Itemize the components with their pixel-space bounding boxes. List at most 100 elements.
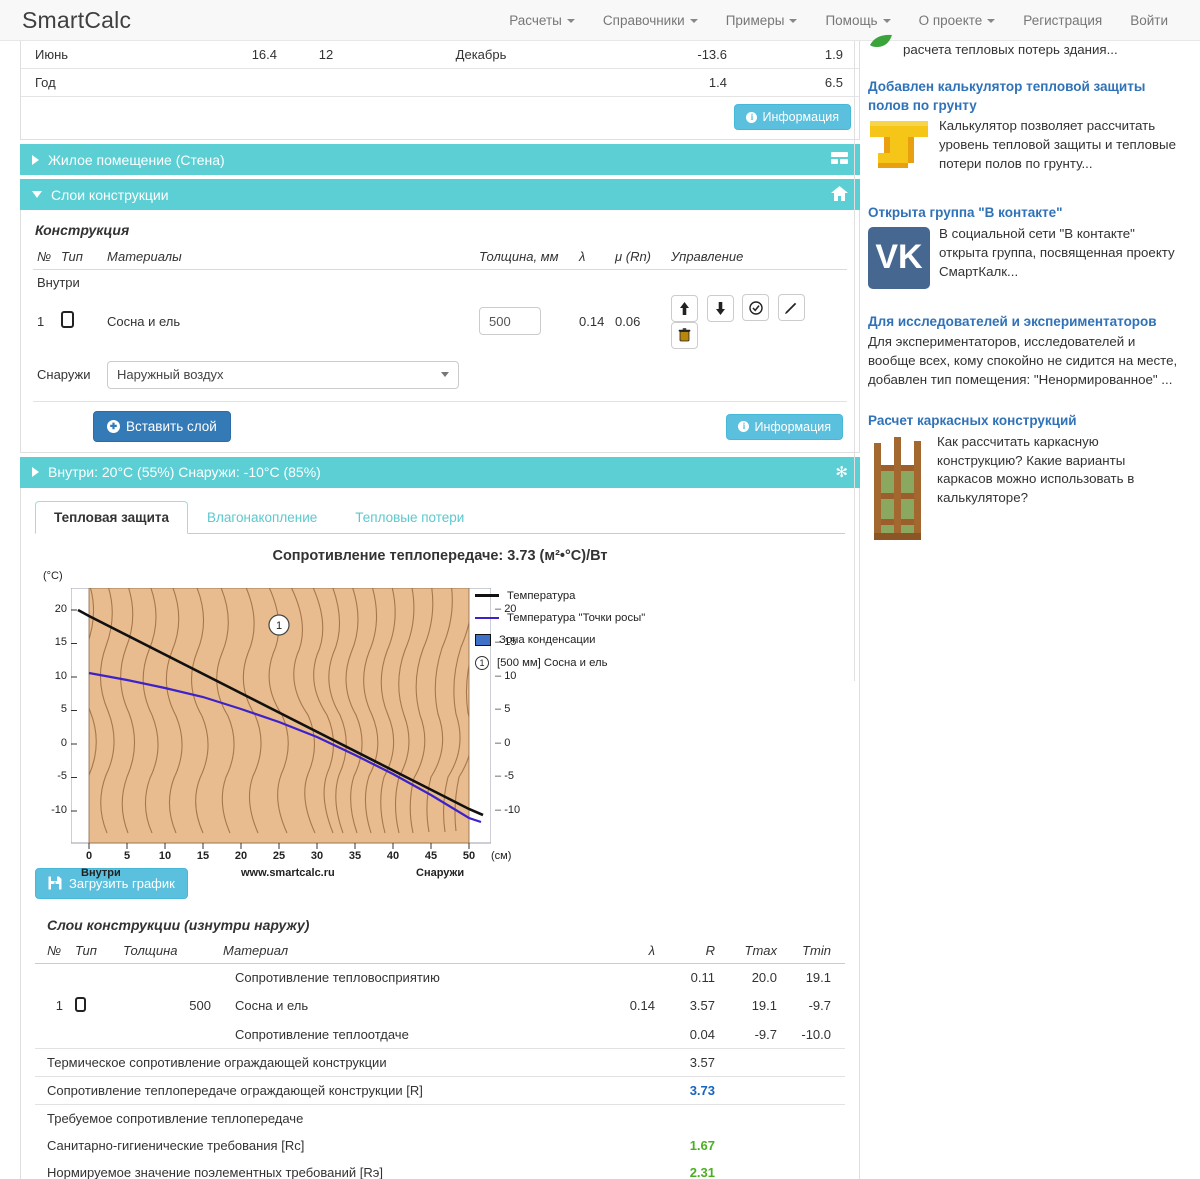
news-title[interactable]: Для исследователей и экспериментаторов — [868, 313, 1180, 332]
xtick: 30 — [310, 849, 324, 862]
chevron-down-icon — [566, 19, 575, 23]
cell-r: 0.11 — [690, 969, 715, 985]
col-tmax: Tmax — [721, 939, 783, 964]
table-row: Сопротивление тепловосприятию 0.11 20.0 … — [35, 963, 845, 991]
save-icon — [48, 876, 62, 890]
cell-v1 — [171, 68, 281, 97]
legend-label: Температура "Точки росы" — [507, 611, 646, 624]
spacer — [721, 1076, 783, 1105]
layer-type-icon — [75, 996, 86, 1012]
ytick-r: – 5 — [495, 702, 511, 715]
vk-logo: VK — [868, 226, 930, 289]
layer-row: 1 Сосна и ель 0.14 0.06 — [33, 290, 847, 353]
ytick-r: – -5 — [495, 769, 514, 782]
section-bar-room-label: Жилое помещение (Стена) — [48, 151, 225, 168]
layer-type-icon[interactable] — [61, 311, 74, 329]
climate-info-button[interactable]: i Информация — [734, 104, 851, 130]
tab-moisture[interactable]: Влагонакопление — [188, 501, 336, 534]
required-label: Санитарно-гигиенические требования [Rc] — [47, 1137, 305, 1153]
nav-item-help[interactable]: Помощь — [811, 13, 904, 28]
toggle-active-button[interactable] — [742, 294, 770, 321]
cell-month2: Декабрь — [371, 41, 591, 69]
plus-circle-icon — [107, 419, 120, 433]
climate-table: Июнь 16.4 12 Декабрь -13.6 1.9 Год 1.4 6… — [21, 41, 859, 97]
cell-num — [35, 963, 69, 991]
table-header-row: № Тип Материалы Толщина, мм λ μ (Rn) Упр… — [33, 246, 847, 270]
home-icon[interactable] — [831, 185, 848, 204]
construction-panel: Конструкция № Тип Материалы Толщина, мм … — [20, 210, 860, 453]
news-item-floor-calculator: Добавлен калькулятор тепловой защиты пол… — [868, 78, 1180, 182]
floor-icon — [868, 119, 930, 180]
layers-result-table: № Тип Толщина Материал λ R Tmax Tmin Соп… — [35, 939, 845, 1179]
nav-item-register[interactable]: Регистрация — [1009, 13, 1116, 28]
cell-tmax: 19.1 — [751, 998, 777, 1013]
section-bar-layers[interactable]: Слои конструкции — [20, 179, 860, 210]
layer-controls — [667, 290, 847, 353]
move-up-button[interactable] — [671, 294, 698, 322]
move-down-button[interactable] — [706, 294, 734, 322]
delete-button[interactable] — [671, 321, 698, 349]
xtick: 45 — [424, 849, 438, 862]
construction-table: № Тип Материалы Толщина, мм λ μ (Rn) Упр… — [33, 246, 847, 393]
inside-label: Внутри — [37, 275, 80, 290]
thickness-input[interactable] — [479, 307, 541, 336]
nav-item-references[interactable]: Справочники — [589, 13, 712, 28]
news-title[interactable]: Открыта группа "В контакте" — [868, 204, 1180, 223]
tab-thermal-protection[interactable]: Тепловая защита — [35, 500, 188, 534]
spacer — [783, 1159, 845, 1179]
cell-thickness: 500 — [189, 998, 211, 1013]
construction-info-button[interactable]: i Информация — [726, 413, 843, 440]
outside-row: Снаружи Наружный воздух — [33, 353, 847, 393]
ytick-value: 5 — [504, 702, 511, 715]
nav-item-calculations[interactable]: Расчеты — [495, 13, 589, 28]
news-title[interactable]: Добавлен калькулятор тепловой защиты пол… — [868, 78, 1180, 115]
add-layer-label: Вставить слой — [126, 418, 217, 434]
summary-label: Сопротивление теплопередаче ограждающей … — [35, 1076, 605, 1105]
tab-heat-loss[interactable]: Тепловые потери — [336, 501, 483, 534]
nav-item-about[interactable]: О проекте — [905, 13, 1010, 28]
ytick-r: – 0 — [495, 736, 511, 749]
chart-xlabel: (см) — [491, 849, 512, 862]
leaf-icon — [868, 33, 894, 54]
cell-month: Июнь — [21, 41, 171, 69]
outside-select-cell: Наружный воздух — [103, 353, 847, 393]
required-label: Нормируемое значение поэлементных требов… — [47, 1164, 383, 1179]
results-panel: Тепловая защита Влагонакопление Тепловые… — [20, 487, 860, 1179]
news-title[interactable]: Расчет каркасных конструкций — [868, 412, 1180, 431]
chart-legend: Температура Температура "Точки росы" Зон… — [475, 590, 645, 680]
outside-air-select[interactable]: Наружный воздух — [107, 360, 459, 389]
edit-button[interactable] — [777, 294, 805, 321]
col-controls: Управление — [667, 246, 847, 270]
cell-tmax: -9.7 — [721, 1020, 783, 1049]
legend-line-icon — [475, 594, 499, 597]
col-thickness: Толщина, мм — [475, 246, 575, 270]
xtick: 0 — [85, 849, 93, 862]
section-bar-conditions[interactable]: Внутри: 20°C (55%) Снаружи: -10°C (85%) … — [20, 456, 860, 488]
layer-num: 1 — [37, 313, 45, 329]
cell-lambda — [605, 963, 661, 991]
climate-info-row: i Информация — [21, 97, 859, 139]
nav-item-login[interactable]: Войти — [1116, 13, 1182, 28]
col-num: № — [33, 246, 57, 270]
news-item-vk-group: Открыта группа "В контакте" VK В социаль… — [868, 204, 1180, 291]
cell-month: Год — [21, 68, 171, 97]
nav-item-examples[interactable]: Примеры — [712, 13, 812, 28]
layer-lambda: 0.14 — [579, 313, 605, 329]
required-value: 1.67 — [689, 1137, 715, 1153]
chevron-down-icon — [789, 19, 798, 23]
brand-logo[interactable]: SmartCalc — [22, 7, 131, 34]
nav-menu: Расчеты Справочники Примеры Помощь О про… — [495, 13, 1182, 28]
temperature-chart: (°C) 1 20 15 10 5 0 -5 -10 – 20 – 15 – 1… — [35, 570, 847, 879]
xtick: 25 — [272, 849, 286, 862]
legend-item-layer-1: 1 [500 мм] Сосна и ель — [475, 655, 645, 670]
section-bar-room[interactable]: Жилое помещение (Стена) — [20, 144, 860, 175]
add-layer-button[interactable]: Вставить слой — [93, 410, 231, 442]
sidebar-divider — [854, 41, 855, 681]
info-icon: i — [738, 421, 750, 432]
table-row: Год 1.4 6.5 — [21, 68, 859, 97]
construction-footer: Вставить слой i Информация — [33, 402, 847, 444]
spacer — [605, 1132, 661, 1159]
summary-row-thermal: Термическое сопротивление ограждающей ко… — [35, 1048, 845, 1077]
chevron-right-icon — [32, 154, 39, 165]
chart-svg: 1 — [71, 587, 491, 849]
